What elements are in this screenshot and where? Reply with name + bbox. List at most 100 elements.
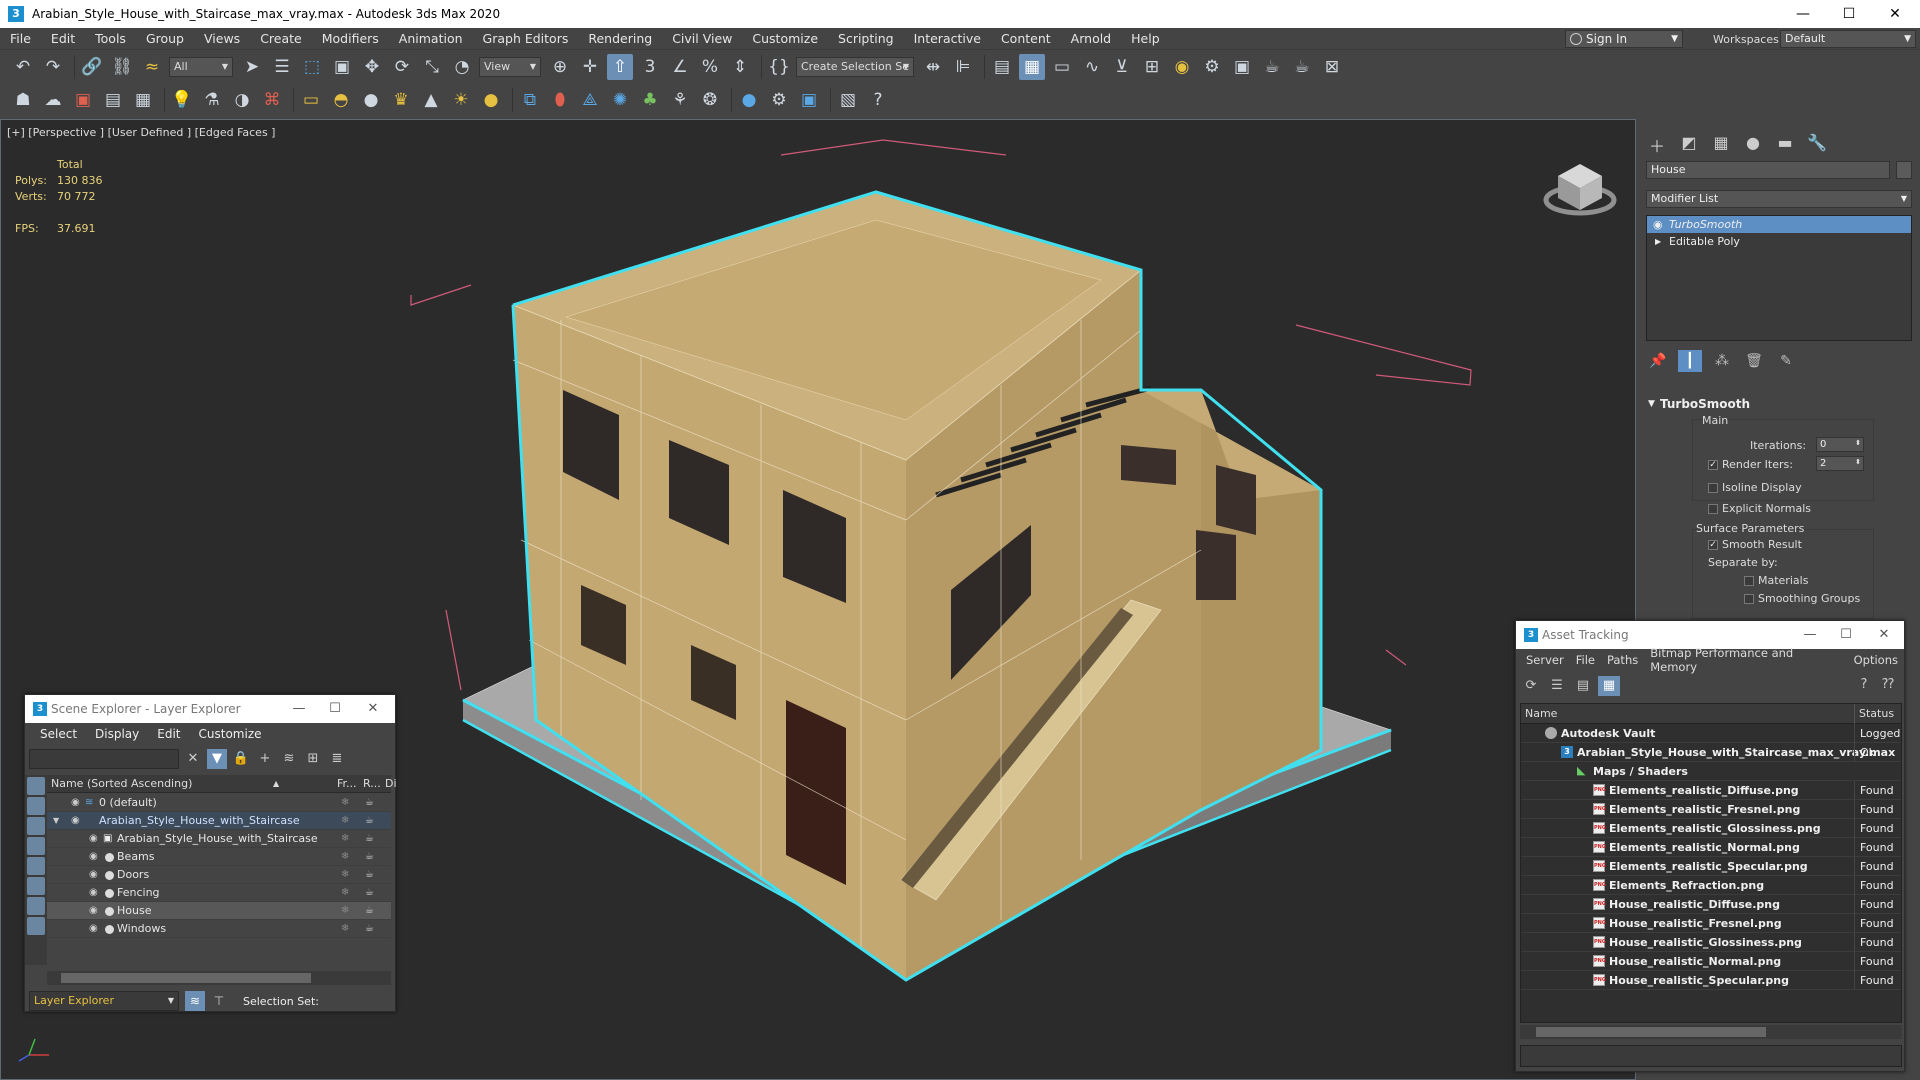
maximize-button[interactable]: ☐ bbox=[317, 695, 353, 723]
display-groups-icon[interactable] bbox=[27, 897, 45, 915]
menu-group[interactable]: Group bbox=[136, 31, 194, 46]
select-rotate-icon[interactable]: ⟳ bbox=[389, 54, 415, 80]
make-unique-icon[interactable]: ⁂ bbox=[1710, 350, 1734, 372]
ies-light-icon[interactable]: ▲ bbox=[418, 87, 444, 113]
se-menu-edit[interactable]: Edit bbox=[148, 727, 189, 741]
freeze-icon[interactable]: ❄ bbox=[341, 794, 349, 812]
percent-snap-icon[interactable]: % bbox=[697, 54, 723, 80]
select-by-name-icon[interactable]: ☰ bbox=[269, 54, 295, 80]
menu-views[interactable]: Views bbox=[194, 31, 250, 46]
menu-create[interactable]: Create bbox=[250, 31, 312, 46]
vray-sphere-icon[interactable]: ✺ bbox=[607, 87, 633, 113]
eye-icon[interactable]: ◉ bbox=[89, 902, 98, 920]
menu-graph-editors[interactable]: Graph Editors bbox=[473, 31, 579, 46]
dope-sheet-icon[interactable]: ⊻ bbox=[1109, 54, 1135, 80]
modify-tab-icon[interactable]: ◩ bbox=[1678, 133, 1700, 153]
table-view-icon[interactable]: ▦ bbox=[1598, 676, 1620, 696]
new-layer-icon[interactable]: + bbox=[255, 749, 275, 769]
minimize-button[interactable]: — bbox=[281, 695, 317, 723]
collapse-arrow-icon[interactable]: ▼ bbox=[53, 812, 59, 830]
column-status[interactable]: Status bbox=[1854, 704, 1901, 724]
tree-row-default-layer[interactable]: ◉ ≋ 0 (default) ❄ ☕ bbox=[47, 794, 391, 812]
viewport-label[interactable]: [+] [Perspective ] [User Defined ] [Edge… bbox=[7, 126, 275, 139]
snaps-toggle-icon[interactable]: 3 bbox=[637, 54, 663, 80]
display-tab-icon[interactable]: ▬ bbox=[1774, 133, 1796, 153]
spinner-arrows-icon[interactable]: ⬍ bbox=[1855, 437, 1861, 450]
column-renderable[interactable]: R... bbox=[363, 775, 381, 793]
at-menu-file[interactable]: File bbox=[1570, 653, 1601, 667]
clear-search-icon[interactable]: ✕ bbox=[183, 749, 203, 769]
freeze-icon[interactable]: ❄ bbox=[341, 830, 349, 848]
create-teapot-icon[interactable]: ☗ bbox=[10, 87, 36, 113]
at-menu-server[interactable]: Server bbox=[1520, 653, 1570, 667]
asset-row-png[interactable]: PNG House_realistic_Fresnel.png Found bbox=[1521, 914, 1901, 933]
menu-modifiers[interactable]: Modifiers bbox=[312, 31, 389, 46]
vfb-icon[interactable]: ⌘ bbox=[259, 87, 285, 113]
materials-checkbox[interactable] bbox=[1744, 576, 1754, 586]
manipulate-icon[interactable]: ✛ bbox=[577, 54, 603, 80]
eye-icon[interactable]: ◉ bbox=[89, 848, 98, 866]
dome-light-icon[interactable]: ◓ bbox=[328, 87, 354, 113]
eye-icon[interactable]: ◉ bbox=[89, 920, 98, 938]
display-spacewarps-icon[interactable] bbox=[27, 877, 45, 895]
eye-icon[interactable]: ◉ bbox=[89, 830, 98, 848]
bake-icon[interactable]: ⚙ bbox=[766, 87, 792, 113]
vray-bitmap-icon[interactable]: ▣ bbox=[796, 87, 822, 113]
object-color-swatch[interactable] bbox=[1896, 161, 1912, 179]
show-end-result-icon[interactable]: ┃ bbox=[1678, 350, 1702, 372]
stack-item-editable-poly[interactable]: ▶ Editable Poly bbox=[1647, 233, 1911, 250]
asset-table-hscrollbar[interactable] bbox=[1520, 1025, 1902, 1039]
teapot-icon[interactable]: ☕ bbox=[365, 902, 374, 920]
pin-stack-icon[interactable]: 📌 bbox=[1646, 350, 1670, 372]
context-help-icon[interactable]: ⁇ bbox=[1878, 675, 1898, 695]
selection-filter-dropdown[interactable]: All ▼ bbox=[169, 57, 233, 77]
expand-arrow-icon[interactable]: ▶ bbox=[1655, 233, 1661, 250]
configure-modifier-sets-icon[interactable]: ✎ bbox=[1774, 350, 1798, 372]
se-menu-display[interactable]: Display bbox=[86, 727, 148, 741]
mirror-icon[interactable]: ⇹ bbox=[920, 54, 946, 80]
freeze-icon[interactable]: ❄ bbox=[341, 848, 349, 866]
asset-row-png[interactable]: PNG Elements_realistic_Normal.png Found bbox=[1521, 838, 1901, 857]
column-frozen[interactable]: Fr... bbox=[337, 775, 357, 793]
spinner-arrows-icon[interactable]: ⬍ bbox=[1855, 456, 1861, 469]
stack-item-turbosmooth[interactable]: ◉ TurboSmooth bbox=[1647, 216, 1911, 233]
reference-coordinate-dropdown[interactable]: View ▼ bbox=[479, 57, 541, 77]
freeze-icon[interactable]: ❄ bbox=[341, 902, 349, 920]
display-shapes-icon[interactable] bbox=[27, 797, 45, 815]
grid-icon[interactable]: ▦ bbox=[130, 87, 156, 113]
freeze-icon[interactable]: ❄ bbox=[341, 866, 349, 884]
se-menu-select[interactable]: Select bbox=[31, 727, 86, 741]
asset-row-max-file[interactable]: 3 Arabian_Style_House_with_Staircase_max… bbox=[1521, 743, 1901, 762]
display-cameras-icon[interactable] bbox=[27, 837, 45, 855]
teapot-icon[interactable]: ☕ bbox=[365, 920, 374, 938]
render-iters-checkbox[interactable]: ✓ bbox=[1708, 460, 1718, 470]
curve-editor-icon[interactable]: ∿ bbox=[1079, 54, 1105, 80]
display-helpers-icon[interactable] bbox=[27, 857, 45, 875]
teapot-icon[interactable]: ☕ bbox=[365, 848, 374, 866]
create-tab-icon[interactable]: ＋ bbox=[1646, 133, 1668, 156]
tree-row-windows[interactable]: ◉ Windows ❄ ☕ bbox=[47, 920, 391, 938]
spinner-snap-icon[interactable]: ⇕ bbox=[727, 54, 753, 80]
asset-row-png[interactable]: PNG Elements_realistic_Glossiness.png Fo… bbox=[1521, 819, 1901, 838]
eye-icon[interactable]: ◉ bbox=[1653, 216, 1663, 233]
freeze-icon[interactable]: ❄ bbox=[341, 812, 349, 830]
render-iterative-icon[interactable]: ☕ bbox=[1289, 54, 1315, 80]
close-button[interactable]: ✕ bbox=[355, 695, 391, 723]
menu-civil-view[interactable]: Civil View bbox=[662, 31, 742, 46]
asset-tracking-titlebar[interactable]: 3 Asset Tracking — ☐ ✕ bbox=[1516, 621, 1904, 649]
angle-snap-icon[interactable]: ∠ bbox=[667, 54, 693, 80]
scene-explorer-search-input[interactable] bbox=[29, 749, 179, 769]
ambient-light-icon[interactable]: ● bbox=[478, 87, 504, 113]
unlink-icon[interactable]: ⛓ bbox=[109, 54, 135, 80]
vray-settings-icon[interactable]: ⚗ bbox=[199, 87, 225, 113]
isoline-display-checkbox[interactable] bbox=[1708, 483, 1718, 493]
rendered-frame-window-icon[interactable]: ▣ bbox=[1229, 54, 1255, 80]
teapot-icon[interactable]: ☕ bbox=[365, 884, 374, 902]
eye-icon[interactable]: ◉ bbox=[89, 884, 98, 902]
menu-arnold[interactable]: Arnold bbox=[1061, 31, 1121, 46]
close-button[interactable]: ✕ bbox=[1866, 621, 1902, 649]
filter-icon[interactable]: ▼ bbox=[207, 749, 227, 769]
select-move-icon[interactable]: ✥ bbox=[359, 54, 385, 80]
asset-path-field[interactable] bbox=[1520, 1045, 1902, 1067]
menu-animation[interactable]: Animation bbox=[389, 31, 473, 46]
